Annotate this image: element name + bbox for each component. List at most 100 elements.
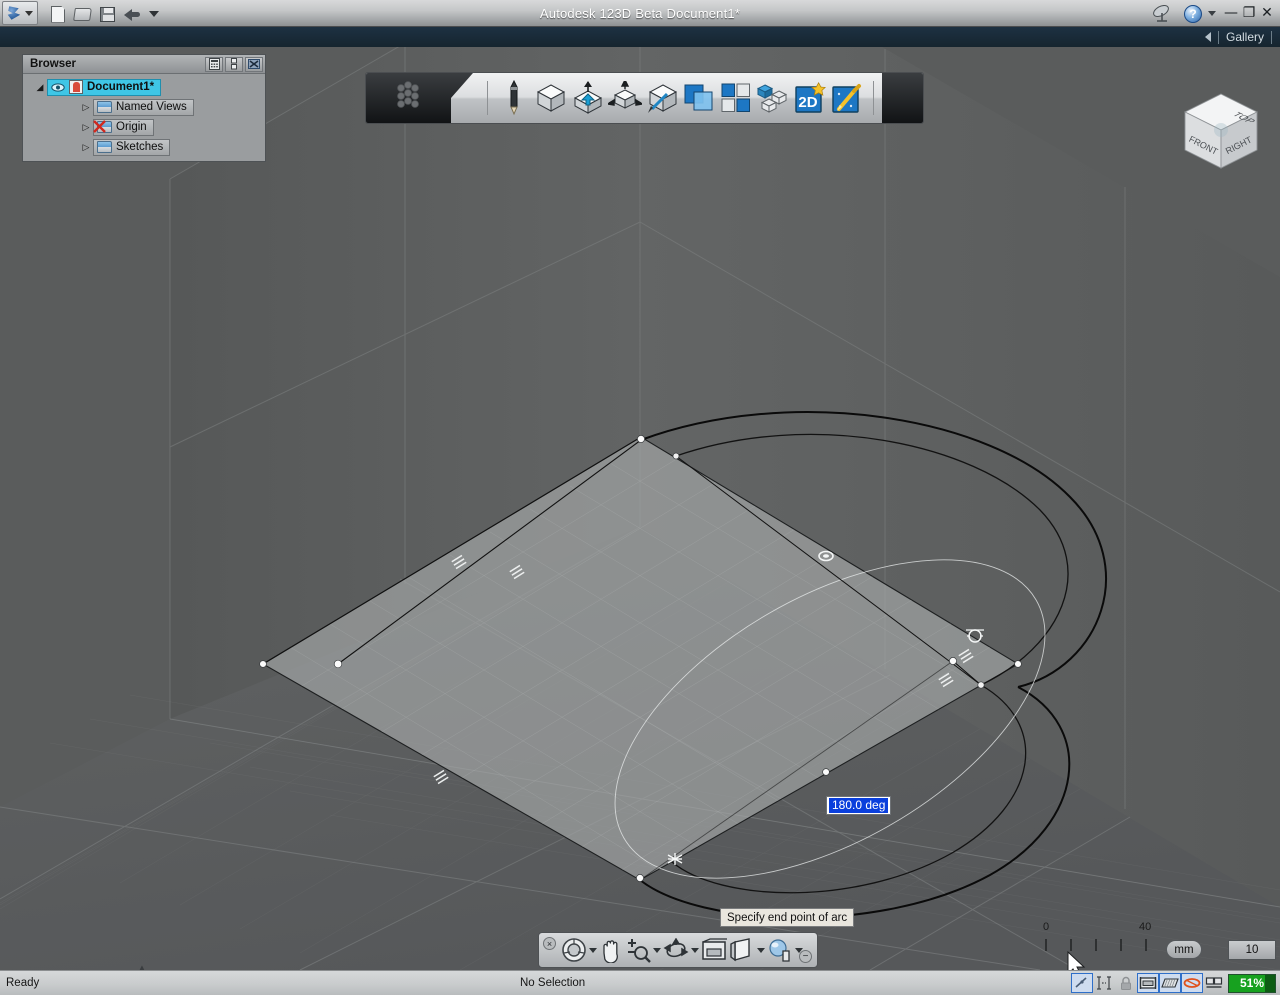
tree-row[interactable]: ▷ Named Views xyxy=(23,97,265,117)
snap-value: 10 xyxy=(1246,944,1259,956)
customize-quick-access-button[interactable] xyxy=(144,4,164,24)
tree-row[interactable]: ◢ Document1* xyxy=(23,77,265,97)
tree-row[interactable]: ▷ Sketches xyxy=(23,137,265,157)
expand-arrow-icon[interactable]: ◢ xyxy=(33,82,47,93)
grid-tool-button[interactable] xyxy=(718,76,755,120)
view-window-button[interactable] xyxy=(701,938,727,962)
gallery-bar: Gallery xyxy=(0,27,1280,47)
cube-cluster-icon xyxy=(757,83,789,113)
expand-arrow-icon[interactable]: ▷ xyxy=(79,122,93,133)
undo-button[interactable] xyxy=(122,4,142,24)
smart-tool-button[interactable] xyxy=(828,76,865,120)
lock-toggle-icon[interactable] xyxy=(1115,973,1137,993)
status-icon-group: 51% xyxy=(1071,973,1276,993)
close-window-button[interactable]: ✕ xyxy=(1258,4,1276,22)
divider xyxy=(873,81,874,115)
chevron-down-icon[interactable] xyxy=(653,948,661,953)
tree-node-origin[interactable]: Origin xyxy=(93,119,154,136)
tree-node-label: Named Views xyxy=(116,101,187,113)
panel-resize-handle[interactable]: ▲ xyxy=(138,963,146,972)
viewport-canvas[interactable] xyxy=(0,47,1280,970)
zoom-level-indicator[interactable]: 51% xyxy=(1228,974,1276,993)
construct-tool-button[interactable] xyxy=(570,76,607,120)
chevron-down-icon[interactable] xyxy=(691,948,699,953)
tree-node-named-views[interactable]: Named Views xyxy=(93,99,194,116)
look-display-button[interactable] xyxy=(767,937,803,963)
ruler-tick-40: 40 xyxy=(1139,921,1151,933)
constraints-toggle-icon[interactable] xyxy=(1093,973,1115,993)
navbar-minimize-button[interactable]: − xyxy=(799,950,812,963)
main-toolbar: 2D xyxy=(365,72,924,124)
snap-toggle-icon[interactable] xyxy=(1071,973,1093,993)
steering-wheel-button[interactable] xyxy=(561,937,597,963)
cube-extrude-icon xyxy=(572,81,604,115)
magic-wand-icon xyxy=(831,82,863,114)
gallery-link[interactable]: Gallery xyxy=(1226,30,1264,44)
status-bar: Ready No Selection xyxy=(0,970,1280,995)
snap-value-input[interactable]: 10 xyxy=(1228,940,1276,960)
chevron-down-icon[interactable] xyxy=(589,948,597,953)
view-window-icon xyxy=(701,938,727,962)
tree-row[interactable]: ▷ Origin xyxy=(23,117,265,137)
units-selector[interactable]: mm xyxy=(1166,940,1202,959)
application-menu-button[interactable] xyxy=(2,1,38,25)
maximize-window-button[interactable]: ❐ xyxy=(1240,4,1258,22)
dimension-value: 180.0 deg xyxy=(829,798,888,813)
browser-dock-button[interactable] xyxy=(225,57,243,72)
divider xyxy=(487,81,488,115)
orbit-button[interactable] xyxy=(663,938,699,962)
combine-tool-button[interactable] xyxy=(681,76,718,120)
new-document-button[interactable] xyxy=(48,4,68,24)
sketch-tool-button[interactable] xyxy=(496,76,533,120)
view-cube[interactable]: TOP FRONT RIGHT xyxy=(1175,88,1267,180)
sketch-plane-toggle-icon[interactable] xyxy=(1159,973,1181,993)
browser-close-button[interactable] xyxy=(245,57,263,72)
help-button[interactable]: ? xyxy=(1184,5,1202,23)
drawing-2d-button[interactable]: 2D xyxy=(792,76,829,120)
document-icon xyxy=(51,6,65,23)
chevron-down-icon xyxy=(25,11,33,16)
minimize-window-button[interactable]: — xyxy=(1222,4,1240,22)
chevron-down-icon[interactable] xyxy=(757,948,765,953)
browser-filter-button[interactable] xyxy=(205,57,223,72)
command-tooltip: Specify end point of arc xyxy=(720,908,854,927)
floppy-disk-icon xyxy=(100,7,115,22)
four-squares-icon xyxy=(721,83,751,113)
zoom-button[interactable] xyxy=(625,937,661,963)
expand-arrow-icon[interactable]: ▷ xyxy=(79,102,93,113)
primitives-tool-button[interactable] xyxy=(533,76,570,120)
hand-icon xyxy=(599,937,623,963)
orbit-mode-toggle-icon[interactable] xyxy=(1181,973,1203,993)
browser-panel: Browser xyxy=(22,54,266,162)
open-document-button[interactable] xyxy=(72,4,92,24)
sphere-display-icon xyxy=(767,937,793,963)
browser-header: Browser xyxy=(23,55,265,74)
toolbar-right-cap xyxy=(882,73,923,123)
browser-title: Browser xyxy=(23,58,205,70)
folder-icon xyxy=(97,141,112,153)
satellite-dish-icon[interactable] xyxy=(1152,5,1172,23)
chevron-left-icon[interactable] xyxy=(1205,32,1211,42)
viewport-3d[interactable]: 180.0 deg Specify end point of arc 0 40 … xyxy=(0,47,1280,970)
tree-node-label: Sketches xyxy=(116,141,163,153)
tree-node-sketches[interactable]: Sketches xyxy=(93,139,170,156)
tree-node-label: Origin xyxy=(116,121,147,133)
dimension-input[interactable]: 180.0 deg xyxy=(826,796,891,815)
pattern-tool-button[interactable] xyxy=(644,76,681,120)
dual-view-toggle-icon[interactable] xyxy=(1203,973,1225,993)
group-tool-button[interactable] xyxy=(755,76,792,120)
modify-tool-button[interactable] xyxy=(607,76,644,120)
expand-arrow-icon[interactable]: ▷ xyxy=(79,142,93,153)
tree-node-document1[interactable]: Document1* xyxy=(47,79,161,96)
grid-display-toggle-icon[interactable] xyxy=(1137,973,1159,993)
cube-pencil-icon xyxy=(645,82,679,114)
navbar-close-button[interactable]: × xyxy=(543,937,556,950)
2d-star-icon: 2D xyxy=(794,82,826,114)
help-chevron-down-icon[interactable] xyxy=(1208,11,1216,16)
box-view-button[interactable] xyxy=(729,937,765,963)
pan-button[interactable] xyxy=(599,937,623,963)
save-document-button[interactable] xyxy=(97,4,117,24)
window-title: Autodesk 123D Beta Document1* xyxy=(0,0,1280,27)
eye-icon[interactable] xyxy=(51,82,65,93)
divider xyxy=(1271,31,1272,44)
